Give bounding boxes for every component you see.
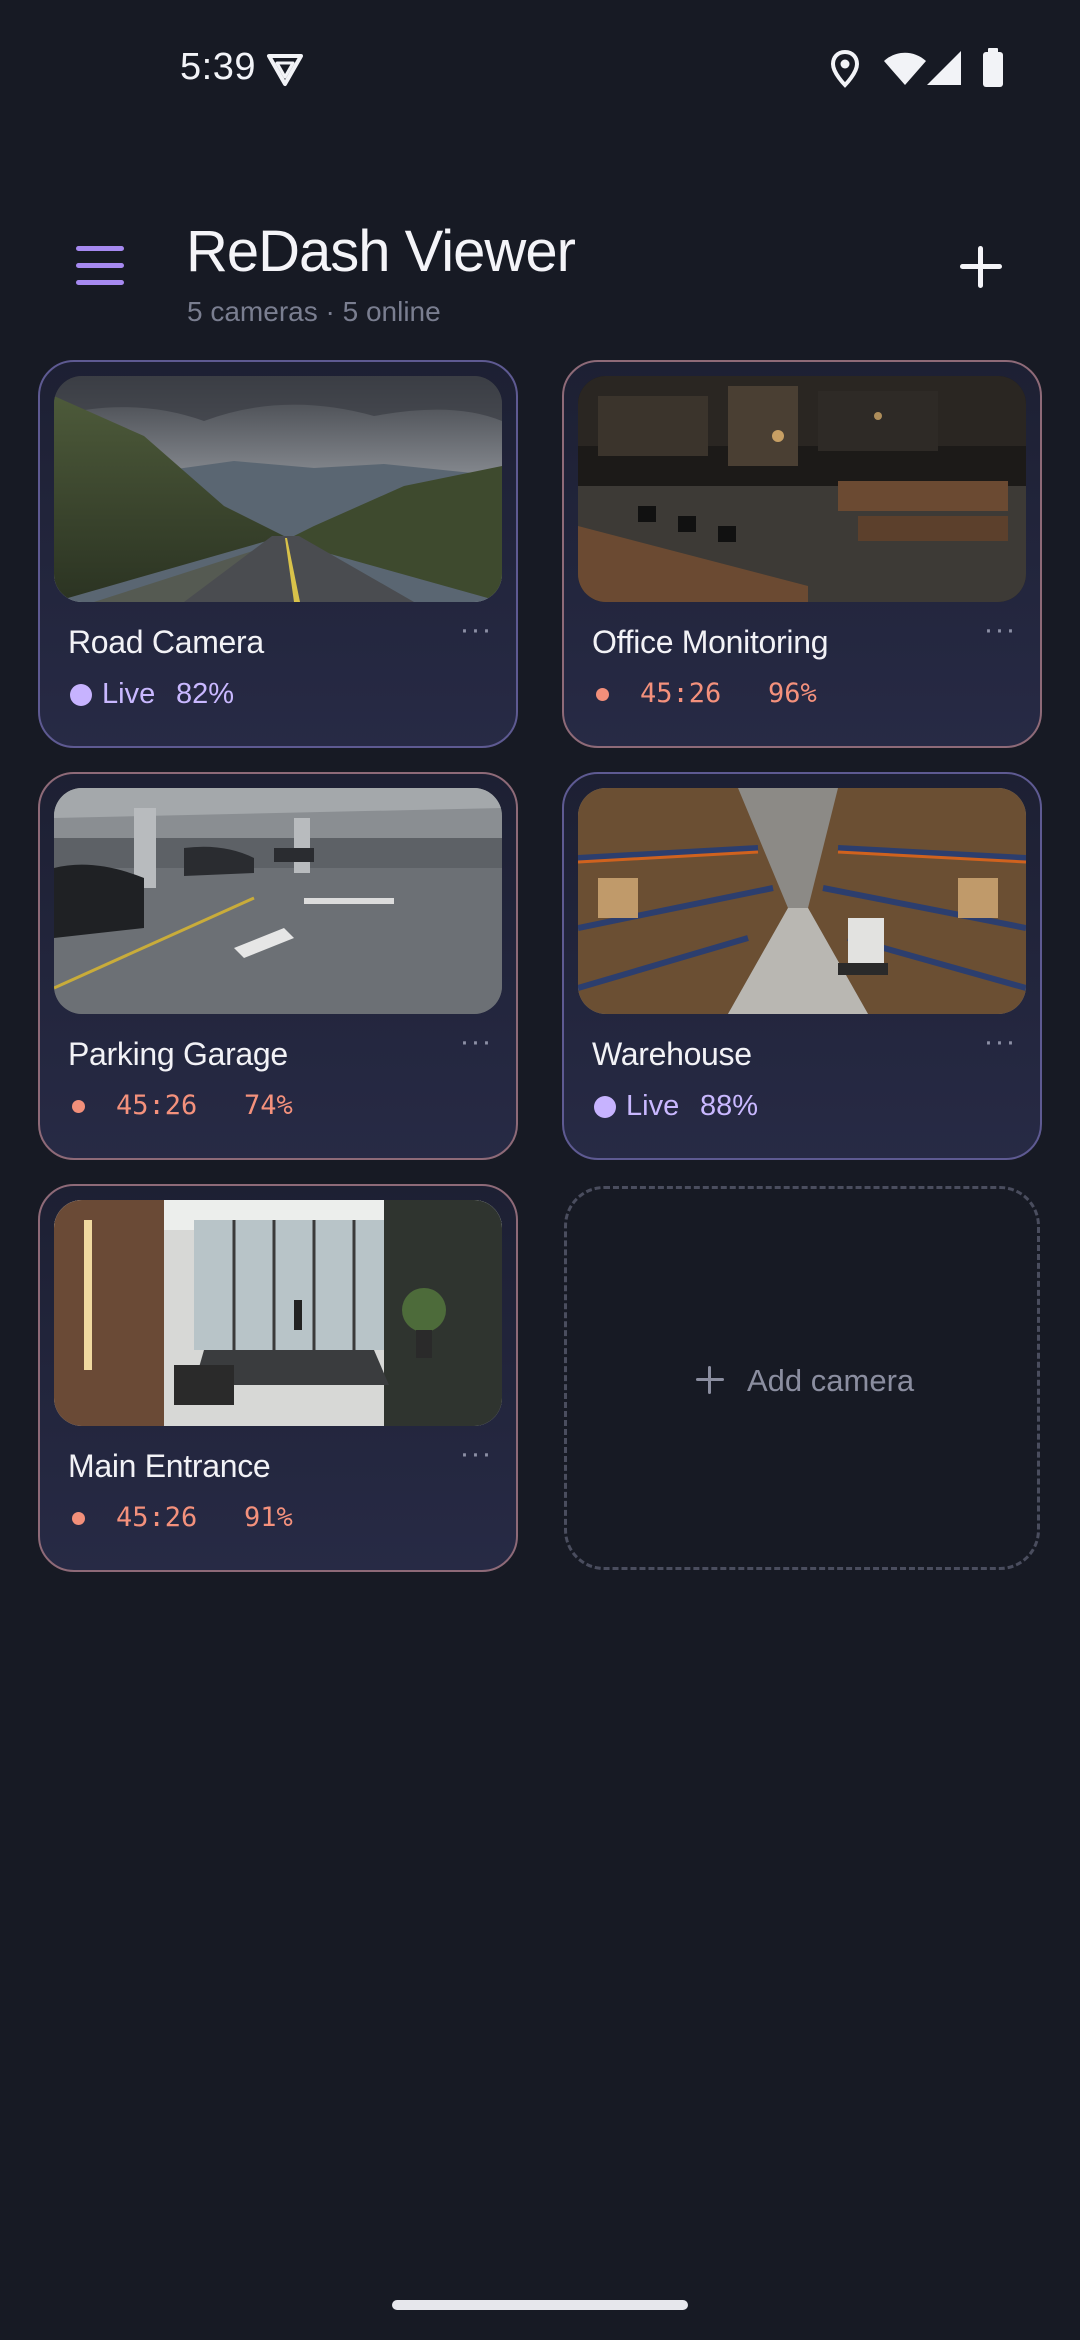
live-indicator-dot (70, 684, 92, 706)
signal-percent: 82% (176, 678, 235, 710)
plus-icon (960, 246, 1002, 288)
more-dots-icon[interactable]: ··· (456, 1027, 496, 1062)
status-time: 5:39 (180, 46, 256, 88)
camera-card-parking[interactable]: Parking Garage ··· 45:26 74% (38, 772, 518, 1160)
signal-percent: 74% (244, 1090, 293, 1121)
warehouse-scene-image (578, 788, 1026, 1014)
parking-scene-image (54, 788, 502, 1014)
add-camera-header-button[interactable] (954, 240, 1008, 294)
camera-name: Parking Garage (68, 1036, 288, 1072)
add-camera-tile[interactable]: Add camera (564, 1186, 1040, 1570)
camera-name: Main Entrance (68, 1448, 271, 1484)
location-icon (830, 50, 860, 88)
road-scene-image (54, 376, 502, 602)
plus-icon (696, 1366, 724, 1394)
menu-button[interactable] (72, 246, 128, 288)
more-dots-icon[interactable]: ··· (980, 1027, 1020, 1062)
more-dots-icon[interactable]: ··· (980, 615, 1020, 650)
battery-icon (983, 48, 1003, 87)
live-label: Live (102, 678, 156, 710)
camera-status: Live 82% (68, 676, 498, 716)
recording-indicator-dot (596, 688, 609, 701)
camera-card-warehouse[interactable]: Warehouse ··· Live 88% (562, 772, 1042, 1160)
wifi-icon (884, 52, 926, 85)
camera-status: 45:26 96% (592, 676, 1022, 716)
office-scene-image (578, 376, 1026, 602)
camera-thumbnail[interactable] (54, 788, 502, 1014)
camera-count-summary: 5 cameras · 5 online (187, 296, 441, 327)
recording-indicator-dot (72, 1512, 85, 1525)
camera-thumbnail[interactable] (578, 788, 1026, 1014)
status-bar: 5:39 (0, 0, 1080, 140)
camera-card-entrance[interactable]: Main Entrance ··· 45:26 91% (38, 1184, 518, 1572)
camera-status: 45:26 91% (68, 1500, 498, 1540)
app-header: ReDash Viewer 5 cameras · 5 online (0, 200, 1080, 350)
camera-card-office[interactable]: Office Monitoring ··· 45:26 96% (562, 360, 1042, 748)
live-indicator-dot (594, 1096, 616, 1118)
more-dots-icon[interactable]: ··· (456, 1439, 496, 1474)
camera-name: Warehouse (592, 1036, 752, 1072)
page-title: ReDash Viewer (186, 219, 576, 284)
entrance-scene-image (54, 1200, 502, 1426)
camera-thumbnail[interactable] (54, 376, 502, 602)
camera-card-road[interactable]: Road Camera ··· Live 82% (38, 360, 518, 748)
camera-status: Live 88% (592, 1088, 1022, 1128)
add-camera-label: Add camera (747, 1363, 915, 1398)
signal-percent: 96% (768, 678, 817, 709)
camera-thumbnail[interactable] (578, 376, 1026, 602)
recording-time: 45:26 (640, 678, 722, 709)
camera-name: Office Monitoring (592, 624, 829, 660)
recording-time: 45:26 (116, 1090, 198, 1121)
recording-indicator-dot (72, 1100, 85, 1113)
camera-thumbnail[interactable] (54, 1200, 502, 1426)
camera-name: Road Camera (68, 624, 264, 660)
signal-icon (927, 51, 961, 85)
home-indicator[interactable] (392, 2300, 688, 2310)
signal-percent: 91% (244, 1502, 293, 1533)
hamburger-menu-icon (76, 246, 124, 251)
recording-time: 45:26 (116, 1502, 198, 1533)
vpn-shield-icon (267, 54, 303, 86)
camera-status: 45:26 74% (68, 1088, 498, 1128)
signal-percent: 88% (700, 1090, 759, 1122)
more-dots-icon[interactable]: ··· (456, 615, 496, 650)
live-label: Live (626, 1090, 680, 1122)
